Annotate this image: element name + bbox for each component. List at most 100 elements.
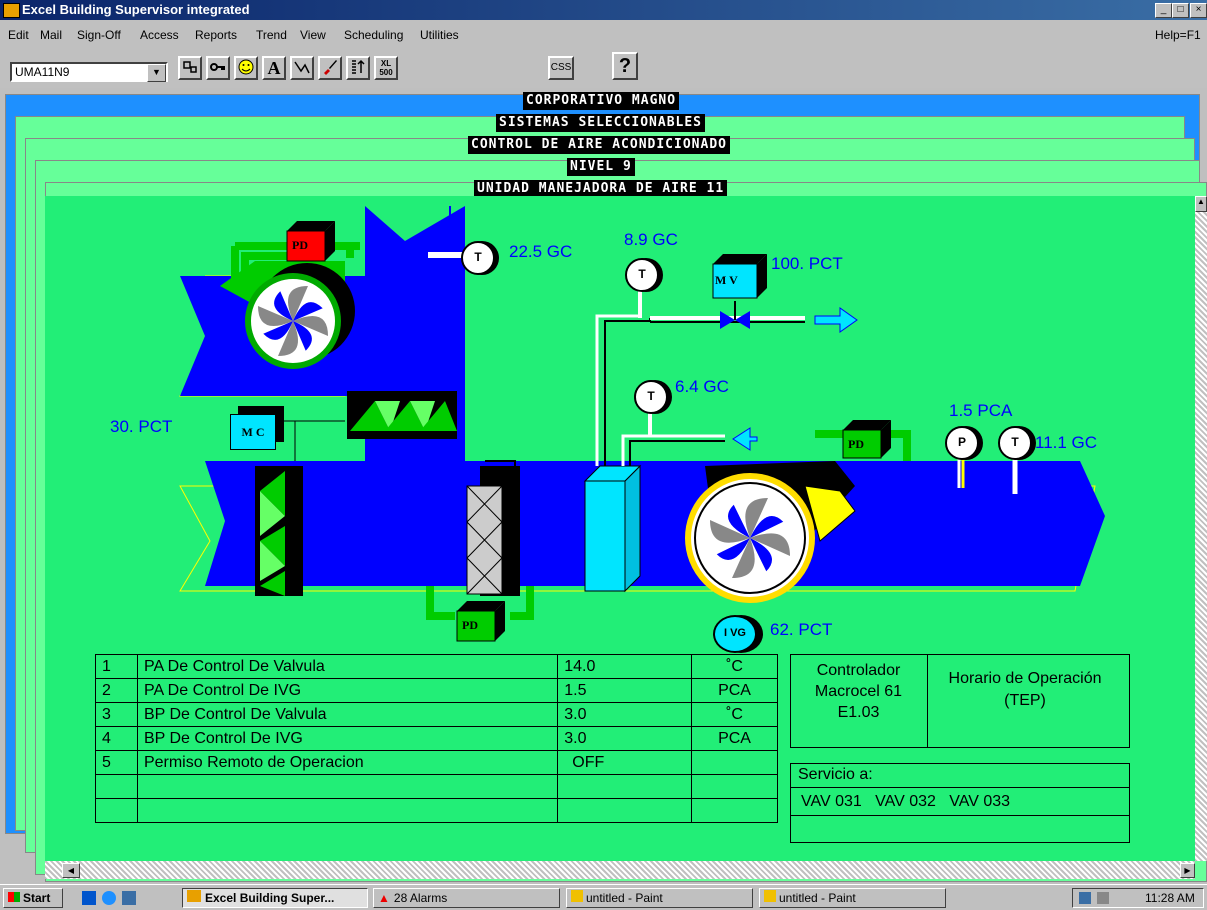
row-number: 4: [95, 726, 138, 751]
network-tray-icon[interactable]: [1079, 892, 1091, 904]
brush-icon[interactable]: [318, 56, 342, 80]
table-row[interactable]: 5 Permiso Remoto de Operacion OFF: [95, 750, 778, 775]
inlet-arrow-icon: [732, 427, 758, 451]
app-icon: [3, 3, 20, 18]
point-selector[interactable]: UMA11N9: [10, 62, 168, 82]
temp-sensor-1[interactable]: T: [461, 241, 495, 275]
task-paint-2[interactable]: untitled - Paint: [759, 888, 946, 908]
signal-icon[interactable]: [290, 56, 314, 80]
row-value[interactable]: 3.0: [557, 726, 693, 751]
table-row[interactable]: 4 BP De Control De IVG 3.0 PCA: [95, 726, 778, 751]
row-value[interactable]: OFF: [557, 750, 693, 775]
task-excel-label: Excel Building Super...: [205, 891, 335, 905]
start-button[interactable]: Start: [3, 888, 63, 908]
quicklaunch-edit-icon[interactable]: [82, 891, 96, 905]
task-alarms[interactable]: ▲ 28 Alarms: [373, 888, 560, 908]
controller-line1: Controlador: [816, 662, 901, 679]
ivg-value: 62. PCT: [770, 620, 833, 639]
controller-name: Controlador Macrocel 61 E1.03: [790, 660, 927, 723]
row-number: 3: [95, 702, 138, 727]
schedule-label[interactable]: Horario de Operación (TEP): [935, 668, 1115, 712]
mdi-title-2: SISTEMAS SELECCIONABLES: [496, 114, 706, 132]
controller-divider: [927, 654, 928, 748]
row-number: 2: [95, 678, 138, 703]
row-value[interactable]: 3.0: [557, 702, 693, 727]
quicklaunch-ie-icon[interactable]: [102, 891, 116, 905]
network-icon[interactable]: [178, 56, 202, 80]
app-icon: [187, 890, 201, 902]
windows-icon: [8, 892, 20, 902]
valve-value: 100. PCT: [771, 254, 843, 273]
key-icon[interactable]: [206, 56, 230, 80]
ivg-actuator[interactable]: I VG: [713, 615, 757, 653]
pd-right-label: PD: [848, 437, 864, 451]
vertical-scrollbar[interactable]: [1195, 196, 1207, 861]
font-icon[interactable]: A: [262, 56, 286, 80]
temp2-value: 8.9 GC: [624, 230, 678, 249]
parameters-table: 1 PA De Control De Valvula 14.0 ˚C 2 PA De C…: [95, 654, 778, 823]
menu-trend[interactable]: Trend: [256, 28, 287, 42]
window-title: Excel Building Supervisor integrated: [22, 2, 250, 17]
damper-actuator[interactable]: M C: [230, 414, 276, 450]
scroll-right-button[interactable]: ▶: [1180, 863, 1195, 878]
quicklaunch-desktop-icon[interactable]: [122, 891, 136, 905]
table-row-empty: [95, 798, 778, 823]
clock[interactable]: 11:28 AM: [1145, 891, 1195, 905]
menu-access[interactable]: Access: [140, 28, 179, 42]
mdi-title-1: CORPORATIVO MAGNO: [523, 92, 680, 110]
window-titlebar: Excel Building Supervisor integrated _ □…: [0, 0, 1207, 20]
scroll-up-button[interactable]: ▲: [1195, 196, 1207, 212]
speaker-icon[interactable]: [1097, 892, 1109, 904]
damper-value: 30. PCT: [110, 417, 173, 436]
hvac-diagram-panel: T T T P T I VG PD PD PD M V M C 22.5 GC …: [45, 196, 1197, 861]
mdi-title-4: NIVEL 9: [567, 158, 635, 176]
menu-mail[interactable]: Mail: [40, 28, 62, 42]
pd-top-label: PD: [292, 238, 308, 252]
row-number: 5: [95, 750, 138, 775]
row-label: PA De Control De Valvula: [136, 654, 559, 679]
taskbar: Start Excel Building Super... ▲ 28 Alarms…: [0, 884, 1207, 910]
row-value[interactable]: 14.0: [557, 654, 693, 679]
table-row[interactable]: 1 PA De Control De Valvula 14.0 ˚C: [95, 654, 778, 679]
service-divider-1: [790, 787, 1130, 788]
outside-air-damper: [255, 466, 303, 596]
horizontal-scrollbar[interactable]: [45, 861, 1195, 879]
minimize-button[interactable]: _: [1155, 3, 1172, 18]
system-tray: 11:28 AM: [1072, 888, 1204, 908]
help-button[interactable]: ?: [612, 52, 638, 80]
cooling-coil: [583, 464, 642, 593]
xl500-icon[interactable]: XL 500: [374, 56, 398, 80]
smiley-icon[interactable]: [234, 56, 258, 80]
service-vav-list[interactable]: VAV 031 VAV 032 VAV 033: [801, 793, 1010, 811]
table-row-empty: [95, 774, 778, 799]
task-excel-building[interactable]: Excel Building Super...: [182, 888, 368, 908]
row-label: BP De Control De Valvula: [136, 702, 559, 727]
task-paint-1[interactable]: untitled - Paint: [566, 888, 753, 908]
menu-scheduling[interactable]: Scheduling: [344, 28, 403, 42]
task-paint-2-label: untitled - Paint: [779, 891, 856, 905]
menu-edit[interactable]: Edit: [8, 28, 29, 42]
warning-icon: ▲: [378, 891, 390, 905]
row-unit: [691, 750, 778, 775]
menu-view[interactable]: View: [300, 28, 326, 42]
menu-reports[interactable]: Reports: [195, 28, 237, 42]
temp1-value: 22.5 GC: [509, 242, 573, 261]
row-unit: ˚C: [691, 654, 778, 679]
menu-utilities[interactable]: Utilities: [420, 28, 459, 42]
scroll-left-button[interactable]: ◀: [62, 863, 80, 878]
table-row[interactable]: 3 BP De Control De Valvula 3.0 ˚C: [95, 702, 778, 727]
menu-signoff[interactable]: Sign-Off: [77, 28, 121, 42]
chevron-down-icon[interactable]: ▼: [147, 64, 166, 82]
list-up-icon[interactable]: [346, 56, 370, 80]
pressure-sensor[interactable]: P: [945, 426, 979, 460]
css-button[interactable]: CSS: [548, 56, 574, 80]
table-row[interactable]: 2 PA De Control De IVG 1.5 PCA: [95, 678, 778, 703]
service-divider-2: [790, 815, 1130, 816]
temp-sensor-4[interactable]: T: [998, 426, 1032, 460]
row-value[interactable]: 1.5: [557, 678, 693, 703]
temp-sensor-2[interactable]: T: [625, 258, 659, 292]
temp-sensor-3[interactable]: T: [634, 380, 668, 414]
close-button[interactable]: ×: [1190, 3, 1207, 18]
controller-line2: Macrocel 61: [814, 683, 903, 700]
maximize-button[interactable]: □: [1172, 3, 1189, 18]
